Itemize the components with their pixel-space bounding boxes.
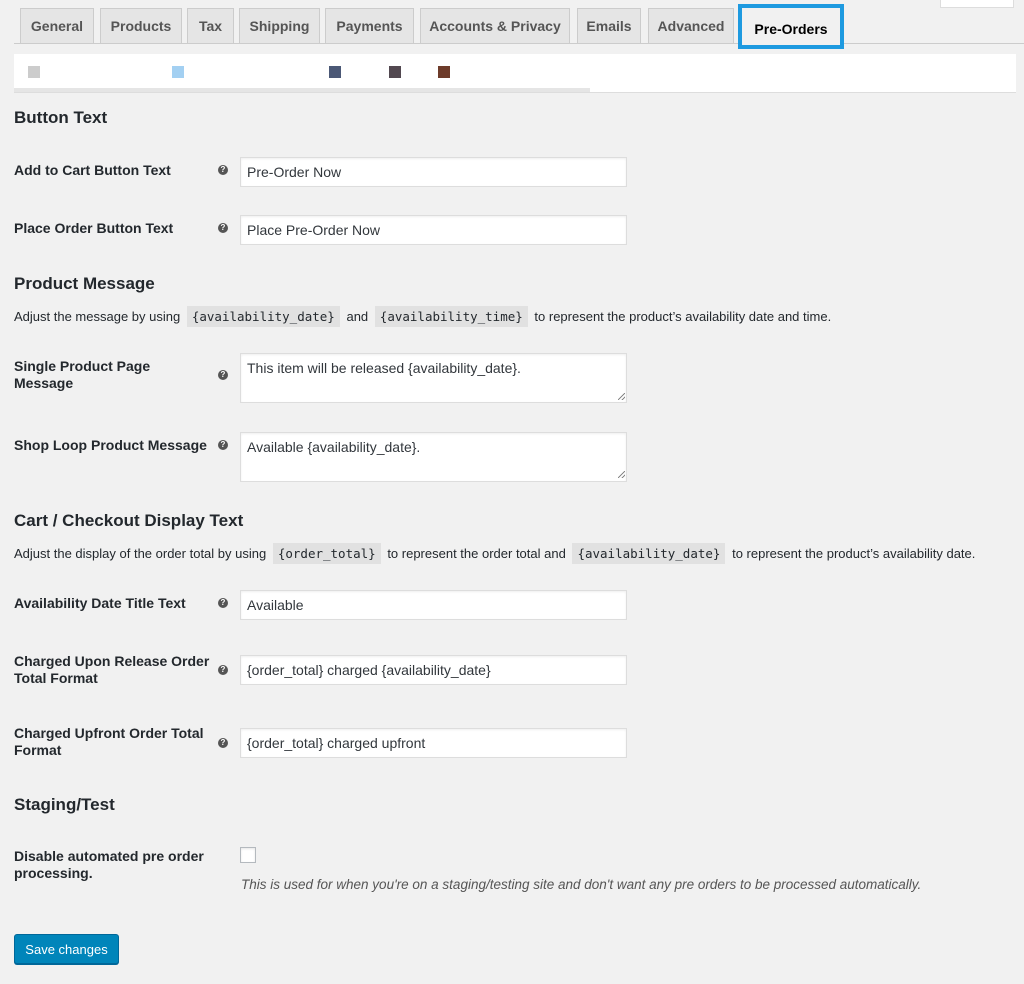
tab-products[interactable]: Products — [100, 8, 182, 43]
section-heading-button-text: Button Text — [14, 108, 108, 127]
tabs-divider — [14, 43, 1024, 44]
strip-scrollbar[interactable] — [14, 88, 590, 92]
placeholder-code: {availability_time} — [374, 306, 528, 327]
tab-general[interactable]: General — [20, 8, 94, 43]
place-order-label: Place Order Button Text — [14, 220, 174, 236]
disable-processing-label: Disable automated pre order processing. — [14, 848, 204, 881]
swatch-charcoal — [389, 66, 401, 78]
screen-options-box[interactable] — [940, 0, 1014, 8]
swatch-light-gray — [28, 66, 40, 78]
help-tip-icon[interactable]: ? — [218, 665, 228, 675]
swatch-slate — [329, 66, 341, 78]
availability-title-label: Availability Date Title Text — [14, 595, 186, 611]
single-product-message-label: Single Product Page Message — [14, 358, 151, 391]
section-heading-cart-checkout: Cart / Checkout Display Text — [14, 511, 244, 530]
tab-emails[interactable]: Emails — [577, 8, 641, 43]
desc-text: Adjust the message by using — [14, 309, 181, 324]
tab-shipping[interactable]: Shipping — [239, 8, 320, 43]
add-to-cart-label: Add to Cart Button Text — [14, 162, 171, 178]
settings-tabs: General Products Tax Shipping Payments A… — [0, 0, 1024, 49]
help-tip-icon[interactable]: ? — [218, 598, 228, 608]
charged-release-format-input[interactable] — [240, 655, 627, 685]
tab-tax[interactable]: Tax — [187, 8, 234, 43]
swatch-light-blue — [172, 66, 184, 78]
help-tip-icon[interactable]: ? — [218, 370, 228, 380]
help-tip-icon[interactable]: ? — [218, 440, 228, 450]
charged-upfront-format-input[interactable] — [240, 728, 627, 758]
placeholder-code: {order_total} — [272, 543, 381, 564]
desc-text: to represent the product’s availability … — [732, 546, 976, 561]
section-heading-staging: Staging/Test — [14, 795, 115, 814]
tab-payments[interactable]: Payments — [325, 8, 414, 43]
placeholder-code: {availability_date} — [186, 306, 340, 327]
charged-release-format-label: Charged Upon Release Order Total Format — [14, 653, 210, 686]
placeholder-code: {availability_date} — [572, 543, 726, 564]
save-changes-button[interactable]: Save changes — [14, 934, 119, 964]
swatch-brown — [438, 66, 450, 78]
help-tip-icon[interactable]: ? — [218, 738, 228, 748]
desc-text: to represent the product’s availability … — [534, 309, 832, 324]
desc-text: to represent the order total and — [387, 546, 566, 561]
help-tip-icon[interactable]: ? — [218, 223, 228, 233]
tab-advanced[interactable]: Advanced — [648, 8, 734, 43]
single-product-message-textarea[interactable]: This item will be released {availability… — [240, 353, 627, 403]
availability-title-input[interactable] — [240, 590, 627, 620]
disable-processing-checkbox[interactable] — [240, 847, 256, 863]
desc-text: and — [346, 309, 369, 324]
help-tip-icon[interactable]: ? — [218, 165, 228, 175]
desc-text: Adjust the display of the order total by… — [14, 546, 267, 561]
shop-loop-message-textarea[interactable]: Available {availability_date}. — [240, 432, 627, 482]
product-message-description: Adjust the message by using {availabilit… — [14, 306, 832, 327]
place-order-text-input[interactable] — [240, 215, 627, 245]
color-swatch-strip — [14, 54, 1016, 93]
section-heading-product-message: Product Message — [14, 274, 155, 293]
tab-accounts-privacy[interactable]: Accounts & Privacy — [420, 8, 570, 43]
charged-upfront-format-label: Charged Upfront Order Total Format — [14, 725, 204, 758]
resize-grip-icon[interactable] — [618, 393, 625, 400]
add-to-cart-text-input[interactable] — [240, 157, 627, 187]
disable-processing-note: This is used for when you're on a stagin… — [241, 877, 922, 892]
shop-loop-message-label: Shop Loop Product Message — [14, 437, 207, 453]
tab-pre-orders[interactable]: Pre-Orders — [738, 4, 844, 49]
cart-checkout-description: Adjust the display of the order total by… — [14, 543, 976, 564]
resize-grip-icon[interactable] — [618, 471, 625, 478]
